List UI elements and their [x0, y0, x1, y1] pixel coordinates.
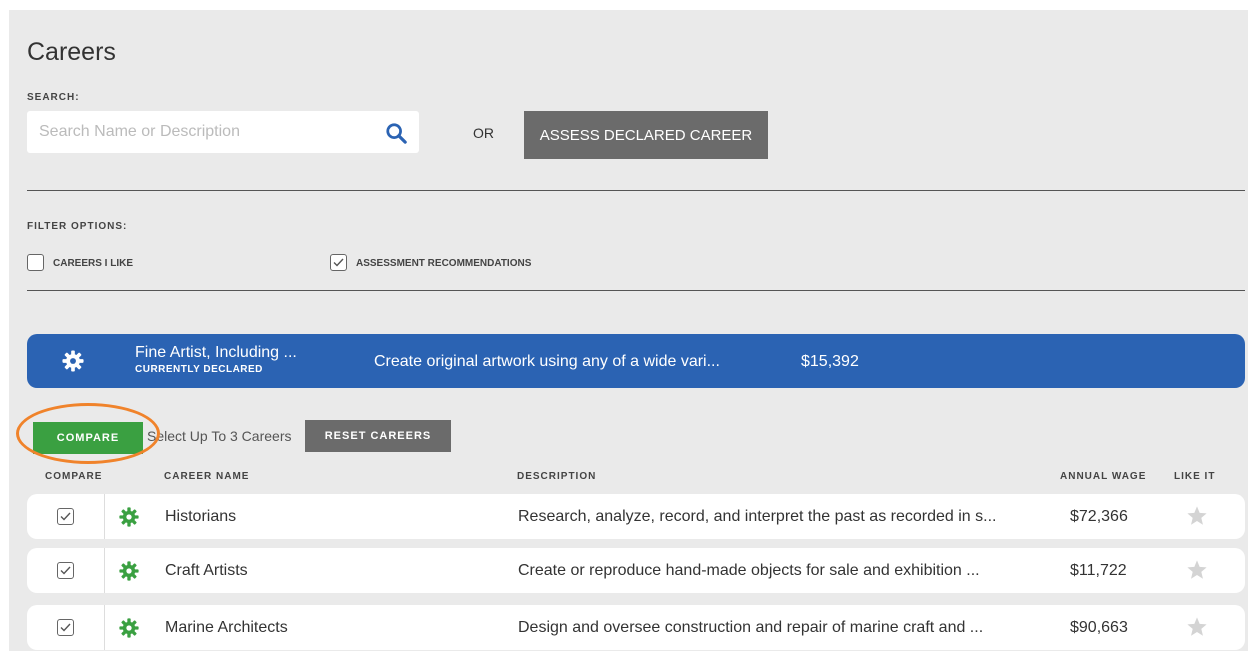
select-up-to-hint: Select Up To 3 Careers [147, 428, 292, 444]
assessment-recommendations-label: ASSESSMENT RECOMMENDATIONS [356, 258, 532, 269]
check-icon [333, 258, 344, 267]
table-row[interactable]: Historians Research, analyze, record, an… [27, 494, 1245, 539]
careers-i-like-label: CAREERS I LIKE [53, 258, 134, 269]
like-star-icon[interactable] [1185, 616, 1209, 638]
career-name[interactable]: Marine Architects [165, 619, 288, 637]
like-star-icon[interactable] [1185, 559, 1209, 581]
search-input[interactable] [27, 111, 367, 153]
page-title: Careers [27, 38, 116, 66]
careers-i-like-checkbox[interactable] [27, 254, 44, 271]
careers-page: Careers SEARCH: OR ASSESS DECLARED CAREE… [9, 10, 1248, 651]
like-star-icon[interactable] [1185, 505, 1209, 527]
check-icon [60, 512, 71, 521]
table-row[interactable]: Craft Artists Create or reproduce hand-m… [27, 548, 1245, 593]
column-header-annual-wage[interactable]: ANNUAL WAGE [1060, 471, 1146, 482]
compare-checkbox[interactable] [57, 508, 74, 525]
row-divider [104, 605, 105, 650]
row-divider [104, 548, 105, 593]
career-description: Design and oversee construction and repa… [518, 619, 984, 636]
compare-checkbox[interactable] [57, 562, 74, 579]
career-name[interactable]: Historians [165, 508, 236, 526]
career-wage: $72,366 [1070, 508, 1128, 525]
search-label: SEARCH: [27, 92, 80, 103]
or-label: OR [473, 125, 494, 141]
gear-icon [119, 507, 139, 527]
assessment-recommendations-checkbox[interactable] [330, 254, 347, 271]
search-box [27, 111, 419, 153]
career-description: Research, analyze, record, and interpret… [518, 508, 997, 525]
gear-icon [119, 618, 139, 638]
column-header-like-it: LIKE IT [1174, 471, 1216, 482]
gear-icon [62, 350, 84, 372]
reset-careers-button[interactable]: RESET CAREERS [305, 420, 451, 452]
table-row[interactable]: Marine Architects Design and oversee con… [27, 605, 1245, 650]
assess-declared-career-button[interactable]: ASSESS DECLARED CAREER [524, 111, 768, 159]
currently-declared-badge: CURRENTLY DECLARED [135, 364, 263, 375]
column-header-career-name[interactable]: CAREER NAME [164, 471, 249, 482]
declared-career-description: Create original artwork using any of a w… [374, 353, 720, 370]
divider [27, 290, 1245, 291]
career-description: Create or reproduce hand-made objects fo… [518, 562, 980, 579]
column-header-compare: COMPARE [45, 471, 103, 482]
divider [27, 190, 1245, 191]
column-header-description: DESCRIPTION [517, 471, 597, 482]
row-divider [104, 494, 105, 539]
declared-career-bar[interactable]: Fine Artist, Including ... CURRENTLY DEC… [27, 334, 1245, 388]
declared-career-name: Fine Artist, Including ... [135, 344, 297, 361]
compare-button[interactable]: COMPARE [33, 422, 143, 454]
career-wage: $11,722 [1070, 562, 1127, 579]
search-icon[interactable] [385, 122, 407, 144]
check-icon [60, 566, 71, 575]
check-icon [60, 623, 71, 632]
gear-icon [119, 561, 139, 581]
declared-career-wage: $15,392 [801, 353, 859, 370]
career-wage: $90,663 [1070, 619, 1128, 636]
filter-options-label: FILTER OPTIONS: [27, 221, 128, 232]
compare-checkbox[interactable] [57, 619, 74, 636]
career-name[interactable]: Craft Artists [165, 562, 248, 580]
